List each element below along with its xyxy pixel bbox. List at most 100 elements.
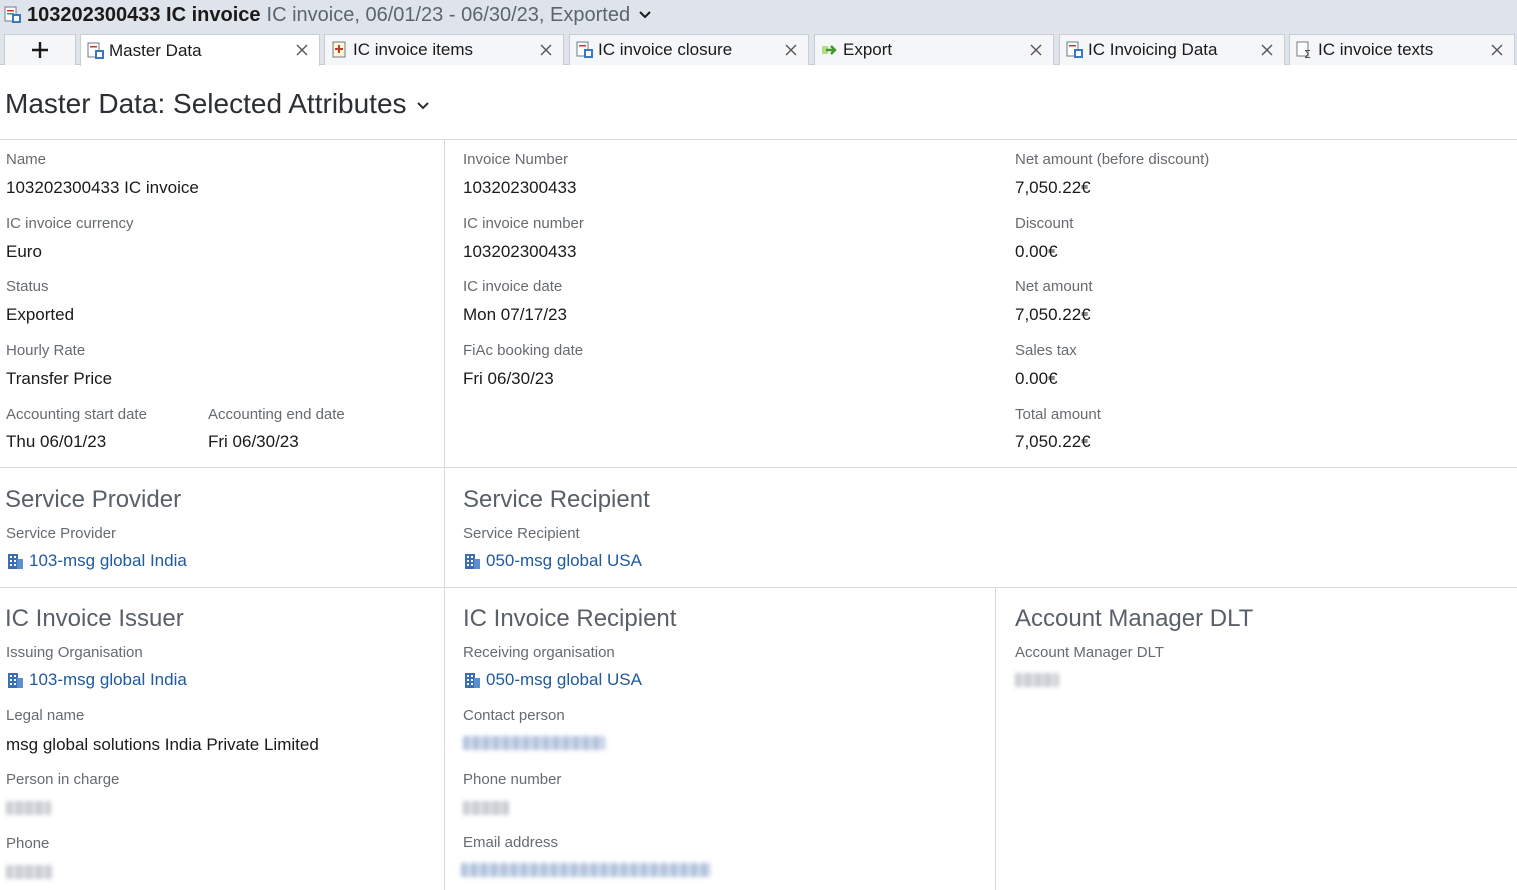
tab-ic-invoicing-data[interactable]: IC Invoicing Data	[1059, 34, 1285, 65]
tab-ic-invoice-texts[interactable]: Σ IC invoice texts	[1289, 34, 1515, 65]
items-icon	[332, 41, 346, 58]
service-recipient-link[interactable]: 050-msg global USA	[463, 551, 642, 571]
name-label: Name	[6, 151, 47, 168]
hourly-rate-value: Transfer Price	[6, 369, 113, 388]
close-icon[interactable]	[784, 43, 798, 57]
page-title-text: Master Data: Selected Attributes	[5, 88, 407, 119]
issuing-organisation-link[interactable]: 103-msg global India	[6, 670, 187, 690]
service-recipient-value: 050-msg global USA	[486, 551, 642, 570]
building-icon	[465, 673, 480, 688]
export-arrow-icon	[822, 45, 837, 55]
service-provider-label: Service Provider	[6, 525, 117, 542]
chevron-down-icon	[416, 102, 429, 110]
net-amount-value: 7,050.22€	[1015, 305, 1091, 324]
divider	[995, 587, 996, 890]
email-address-label: Email address	[463, 834, 559, 851]
service-provider-heading: Service Provider	[5, 486, 182, 513]
redacted-value	[1015, 673, 1059, 687]
legal-name-value: msg global solutions India Private Limit…	[6, 735, 319, 754]
accounting-end-value: Fri 06/30/23	[208, 432, 299, 451]
ic-invoice-date-label: IC invoice date	[463, 278, 563, 295]
phone-label: Phone	[6, 835, 50, 852]
plus-icon	[32, 42, 48, 58]
invoice-number-label: Invoice Number	[463, 151, 569, 168]
total-amount-label: Total amount	[1015, 406, 1101, 423]
person-in-charge-label: Person in charge	[6, 771, 120, 788]
page-title[interactable]: Master Data: Selected Attributes	[5, 88, 431, 120]
close-icon[interactable]	[1260, 43, 1274, 57]
service-recipient-heading: Service Recipient	[463, 486, 650, 513]
service-recipient-label: Service Recipient	[463, 525, 580, 542]
invoice-number-value: 103202300433	[463, 178, 577, 197]
status-value: Exported	[6, 305, 75, 324]
sales-tax-value: 0.00€	[1015, 369, 1058, 388]
receiving-organisation-label: Receiving organisation	[463, 644, 615, 661]
add-tab-button[interactable]	[4, 34, 76, 65]
building-icon	[465, 554, 480, 569]
divider	[0, 587, 1517, 588]
hourly-rate-label: Hourly Rate	[6, 342, 86, 359]
window-title: 103202300433 IC invoice	[27, 3, 261, 26]
legal-name-label: Legal name	[6, 707, 85, 724]
divider	[444, 139, 445, 890]
issuing-organisation-label: Issuing Organisation	[6, 644, 143, 661]
redacted-email-link[interactable]	[461, 863, 711, 877]
tab-ic-invoice-items[interactable]: IC invoice items	[324, 34, 564, 65]
redacted-value	[6, 801, 51, 815]
contact-person-label: Contact person	[463, 707, 565, 724]
invoice-icon	[1066, 41, 1083, 58]
net-before-discount-value: 7,050.22€	[1015, 178, 1091, 197]
invoice-icon	[4, 6, 21, 23]
discount-label: Discount	[1015, 215, 1074, 232]
service-provider-link[interactable]: 103-msg global India	[6, 551, 187, 571]
account-manager-label: Account Manager DLT	[1015, 644, 1164, 661]
window-subtitle: IC invoice, 06/01/23 - 06/30/23, Exporte…	[266, 3, 631, 26]
divider	[0, 467, 1517, 468]
svg-text:Σ: Σ	[1304, 48, 1311, 59]
accounting-end-label: Accounting end date	[208, 406, 345, 423]
close-icon[interactable]	[1490, 43, 1504, 57]
tab-label: IC invoice items	[353, 40, 473, 59]
redacted-contact-link[interactable]	[463, 736, 605, 750]
accounting-start-value: Thu 06/01/23	[6, 432, 107, 451]
total-amount-value: 7,050.22€	[1015, 432, 1091, 451]
fiac-booking-date-value: Fri 06/30/23	[463, 369, 554, 388]
receiving-organisation-link[interactable]: 050-msg global USA	[463, 670, 642, 690]
texts-icon: Σ	[1296, 41, 1311, 59]
tab-bar: Master Data IC invoice items IC invoice …	[0, 30, 1517, 66]
invoice-icon	[576, 41, 593, 58]
tab-master-data[interactable]: Master Data	[80, 34, 320, 66]
tab-label: Export	[843, 40, 893, 59]
currency-value: Euro	[6, 242, 42, 261]
tab-label: Master Data	[109, 40, 202, 60]
recipient-heading: IC Invoice Recipient	[463, 605, 677, 632]
net-amount-label: Net amount	[1015, 278, 1093, 295]
invoice-icon	[87, 42, 104, 59]
redacted-value	[463, 801, 509, 815]
tab-label: IC invoice closure	[598, 40, 733, 59]
net-before-discount-label: Net amount (before discount)	[1015, 151, 1210, 168]
name-value: 103202300433 IC invoice	[6, 178, 199, 197]
account-manager-heading: Account Manager DLT	[1015, 605, 1254, 632]
close-icon[interactable]	[539, 43, 553, 57]
tab-export[interactable]: Export	[814, 34, 1054, 65]
phone-number-label: Phone number	[463, 771, 562, 788]
fiac-booking-date-label: FiAc booking date	[463, 342, 584, 359]
divider	[0, 139, 1517, 140]
building-icon	[8, 554, 23, 569]
tab-ic-invoice-closure[interactable]: IC invoice closure	[569, 34, 809, 65]
ic-invoice-number-label: IC invoice number	[463, 215, 584, 232]
ic-invoice-date-value: Mon 07/17/23	[463, 305, 567, 324]
discount-value: 0.00€	[1015, 242, 1058, 261]
issuer-heading: IC Invoice Issuer	[5, 605, 184, 632]
receiving-organisation-value: 050-msg global USA	[486, 670, 642, 689]
redacted-value	[6, 865, 52, 879]
close-icon[interactable]	[295, 43, 309, 57]
close-icon[interactable]	[1029, 43, 1043, 57]
window-title-bar: 103202300433 IC invoice IC invoice, 06/0…	[0, 0, 1517, 30]
issuing-organisation-value: 103-msg global India	[29, 670, 187, 689]
currency-label: IC invoice currency	[6, 215, 134, 232]
ic-invoice-number-value: 103202300433	[463, 242, 577, 261]
accounting-start-label: Accounting start date	[6, 406, 147, 423]
chevron-down-icon[interactable]	[638, 8, 652, 22]
